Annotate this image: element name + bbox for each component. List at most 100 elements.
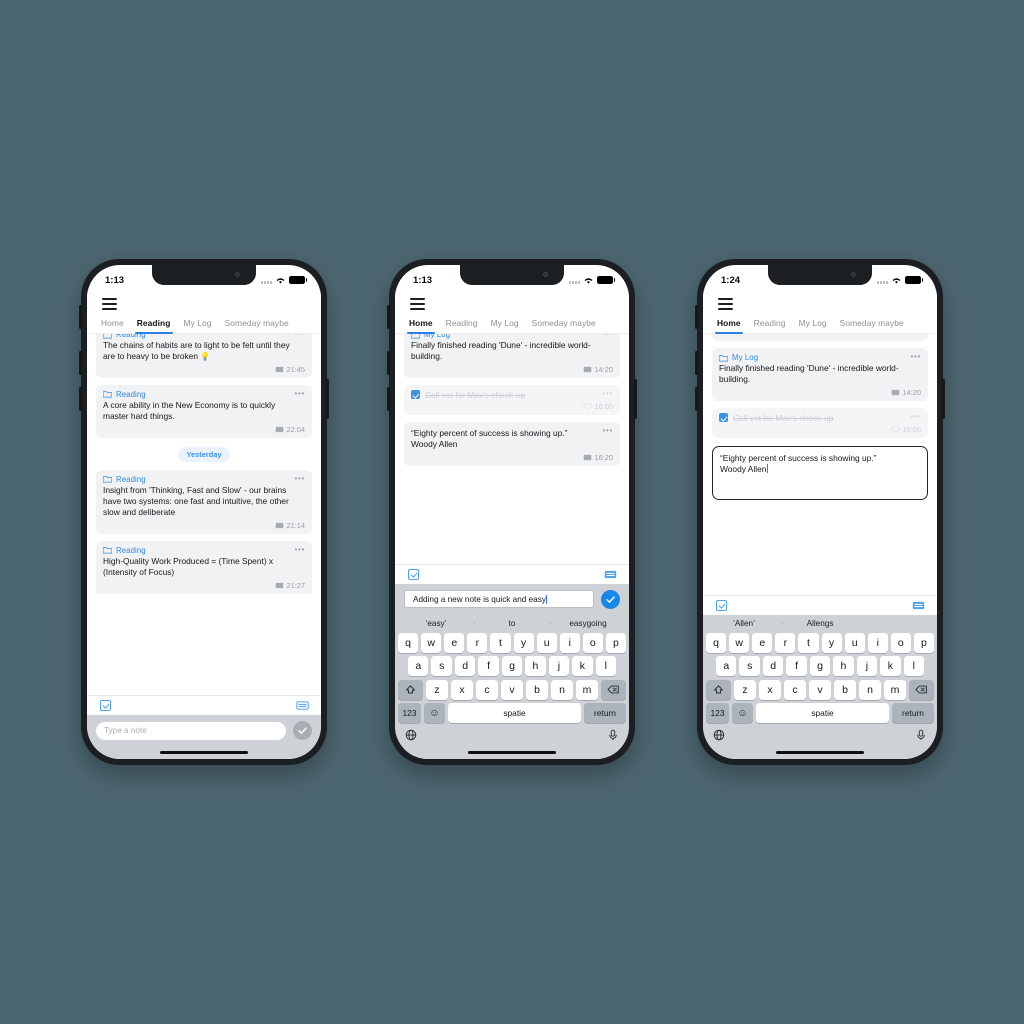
key-q[interactable]: q [398,632,419,653]
suggestion-0[interactable]: ‘easy’ [398,619,474,628]
backspace-key[interactable] [909,679,934,700]
key-r[interactable]: r [775,632,796,653]
note-card[interactable]: Reading ••• A core ability in the New Ec… [96,384,312,438]
note-editor[interactable]: “Eighty percent of success is showing up… [712,445,928,500]
key-p[interactable]: p [913,632,934,653]
checkbox-checked-icon[interactable] [411,390,420,400]
key-n[interactable]: n [551,679,573,700]
microphone-icon[interactable] [915,729,927,741]
key-x[interactable]: x [451,679,473,700]
key-d[interactable]: d [762,656,784,676]
note-options-icon[interactable]: ••• [602,389,613,397]
key-s[interactable]: s [431,656,452,676]
tab-my-log[interactable]: My Log [184,318,212,333]
completed-task-card[interactable]: Call vet for Max's check-up ••• 16:00 [404,384,620,415]
tab-someday-maybe[interactable]: Someday maybe [532,318,596,333]
note-options-icon[interactable]: ••• [294,545,305,553]
tab-someday-maybe[interactable]: Someday maybe [225,318,289,333]
emoji-key[interactable]: ☺ [424,703,445,723]
key-k[interactable]: k [880,656,901,676]
note-card[interactable]: Reading ••• Insight from 'Thinking, Fast… [96,469,312,534]
completed-task-card[interactable]: Call vet for Max's check-up ••• 16:00 [712,407,928,438]
key-f[interactable]: f [786,656,807,676]
note-options-icon[interactable]: ••• [602,426,613,434]
note-feed[interactable]: My Log ••• Finally finished reading 'Dun… [703,334,937,595]
note-card[interactable]: Reading ••• The chains of habits are to … [96,334,312,378]
key-t[interactable]: t [798,632,819,653]
space-key[interactable]: spatie [756,703,889,723]
backspace-key[interactable] [601,679,626,700]
tab-someday-maybe[interactable]: Someday maybe [840,318,904,333]
checkbox-checked-icon[interactable] [719,413,728,423]
note-card[interactable]: Reading ••• High-Quality Work Produced =… [96,540,312,594]
key-a[interactable]: a [408,656,429,676]
globe-icon[interactable] [405,729,417,741]
numeric-key[interactable]: 123 [706,703,729,723]
microphone-icon[interactable] [607,729,619,741]
key-e[interactable]: e [444,632,465,653]
note-options-icon[interactable]: ••• [910,353,921,361]
return-key[interactable]: return [584,703,626,723]
key-w[interactable]: w [421,632,442,653]
note-card-partial[interactable] [712,334,928,341]
globe-icon[interactable] [713,729,725,741]
tab-reading[interactable]: Reading [446,318,478,333]
note-feed[interactable]: Reading ••• The chains of habits are to … [87,334,321,695]
note-feed[interactable]: My Log ••• Finally finished reading 'Dun… [395,334,629,564]
key-m[interactable]: m [576,679,598,700]
key-b[interactable]: b [834,679,856,700]
key-z[interactable]: z [426,679,448,700]
send-button[interactable] [293,721,312,740]
suggestion-1[interactable]: to [474,619,550,628]
key-j[interactable]: j [856,656,878,676]
key-f[interactable]: f [478,656,499,676]
key-y[interactable]: y [513,632,534,653]
checklist-icon[interactable] [716,599,727,611]
key-i[interactable]: i [559,632,580,653]
key-z[interactable]: z [734,679,756,700]
note-card[interactable]: My Log ••• Finally finished reading 'Dun… [712,348,928,401]
keyboard-icon[interactable] [912,600,925,611]
note-options-icon[interactable]: ••• [910,412,921,420]
tab-home[interactable]: Home [407,318,435,334]
shift-key[interactable] [398,679,423,700]
key-j[interactable]: j [548,656,570,676]
menu-icon[interactable] [395,291,425,315]
shift-key[interactable] [706,679,731,700]
suggestion-0[interactable]: ‘Allen’ [706,619,782,628]
key-v[interactable]: v [809,679,831,700]
key-b[interactable]: b [526,679,548,700]
key-t[interactable]: t [490,632,511,653]
note-options-icon[interactable]: ••• [602,334,613,338]
key-g[interactable]: g [809,656,831,676]
key-i[interactable]: i [867,632,888,653]
suggestion-1[interactable]: Allengs [782,619,858,628]
note-options-icon[interactable]: ••• [294,474,305,482]
note-card[interactable]: ••• “Eighty percent of success is showin… [404,421,620,466]
key-r[interactable]: r [467,632,488,653]
tab-home[interactable]: Home [715,318,743,334]
key-a[interactable]: a [716,656,737,676]
space-key[interactable]: spatie [448,703,581,723]
menu-icon[interactable] [703,291,733,315]
key-k[interactable]: k [572,656,593,676]
tab-reading[interactable]: Reading [754,318,786,333]
keyboard-icon[interactable] [604,569,617,580]
key-c[interactable]: c [784,679,806,700]
note-input[interactable]: Adding a new note is quick and easy [404,590,594,608]
key-m[interactable]: m [884,679,906,700]
send-button[interactable] [601,589,620,609]
key-d[interactable]: d [454,656,476,676]
key-h[interactable]: h [525,656,546,676]
tab-my-log[interactable]: My Log [491,318,519,333]
tab-my-log[interactable]: My Log [799,318,827,333]
checklist-icon[interactable] [100,700,111,711]
key-u[interactable]: u [844,632,865,653]
numeric-key[interactable]: 123 [398,703,421,723]
key-x[interactable]: x [759,679,781,700]
key-c[interactable]: c [476,679,498,700]
key-n[interactable]: n [859,679,881,700]
note-card[interactable]: My Log ••• Finally finished reading 'Dun… [404,334,620,378]
key-p[interactable]: p [605,632,626,653]
tab-home[interactable]: Home [101,318,124,333]
